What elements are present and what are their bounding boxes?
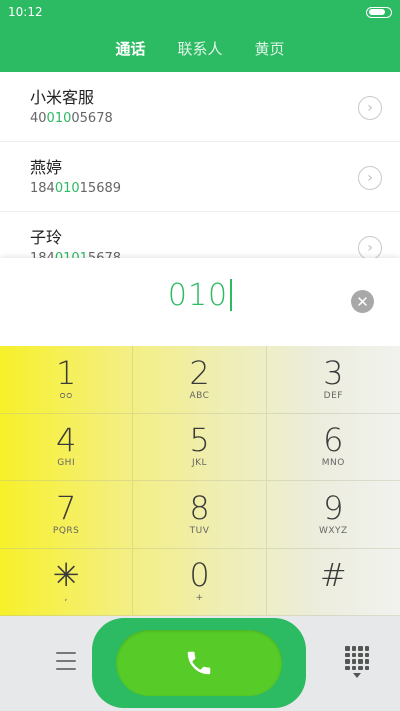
contact-suggestion-list: 小米客服 4001005678 › 燕婷 18401015689 › 子玲 18… [0, 72, 400, 258]
dialpad-icon[interactable] [345, 646, 369, 670]
key-hash[interactable]: # [266, 549, 400, 616]
contact-number: 18401015678 [30, 251, 400, 258]
tab-bar: 通话 联系人 黄页 [0, 24, 400, 72]
menu-icon[interactable] [56, 652, 76, 670]
key-0[interactable]: 0 + [133, 548, 267, 616]
key-7[interactable]: 7 PQRS [0, 481, 134, 549]
contact-row[interactable]: 子玲 18401015678 › [0, 212, 400, 258]
dialer-action-bar [0, 616, 400, 711]
key-3[interactable]: 3 DEF [266, 346, 400, 414]
collapse-arrow-icon[interactable] [353, 673, 361, 678]
contact-name: 子玲 [30, 228, 63, 247]
dialpad: 1 ᴑᴑ 2 ABC 3 DEF 4 GHI 5 JKL 6 MNO 7 PQRS 8 TUV … [0, 346, 400, 616]
tab-yellow-pages[interactable]: 黄页 [255, 38, 285, 59]
contact-number: 4001005678 [30, 111, 113, 126]
contact-number: 18401015689 [30, 181, 122, 196]
contact-name: 燕婷 [30, 158, 63, 177]
chevron-right-icon[interactable]: › [358, 96, 382, 120]
key-4[interactable]: 4 GHI [0, 413, 134, 481]
chevron-right-icon[interactable]: › [358, 236, 382, 258]
voicemail-icon: ᴑᴑ [59, 390, 73, 401]
tab-contacts[interactable]: 联系人 [177, 38, 222, 59]
status-bar: 10:12 [0, 0, 400, 24]
key-8[interactable]: 8 TUV [133, 481, 267, 549]
dial-entry: 010 ✕ [0, 258, 400, 346]
phone-icon [187, 651, 211, 675]
call-button[interactable] [116, 630, 282, 696]
contact-row[interactable]: 小米客服 4001005678 › [0, 72, 400, 142]
text-caret [230, 278, 233, 311]
dialed-number[interactable]: 010 [0, 278, 400, 313]
call-button-frame [92, 618, 306, 708]
status-time: 10:12 [8, 5, 43, 19]
key-2[interactable]: 2 ABC [133, 346, 267, 414]
key-5[interactable]: 5 JKL [133, 413, 267, 481]
header: 10:12 通话 联系人 黄页 [0, 0, 400, 72]
key-6[interactable]: 6 MNO [266, 414, 400, 481]
key-star[interactable]: ✳, [0, 548, 134, 616]
key-1[interactable]: 1 ᴑᴑ [0, 346, 134, 414]
tab-calls[interactable]: 通话 [115, 38, 145, 59]
contact-name: 小米客服 [30, 88, 95, 107]
chevron-right-icon[interactable]: › [358, 166, 382, 190]
battery-icon [366, 6, 392, 18]
key-9[interactable]: 9 WXYZ [266, 481, 400, 549]
contact-row[interactable]: 燕婷 18401015689 › [0, 142, 400, 212]
clear-icon[interactable]: ✕ [351, 290, 374, 313]
